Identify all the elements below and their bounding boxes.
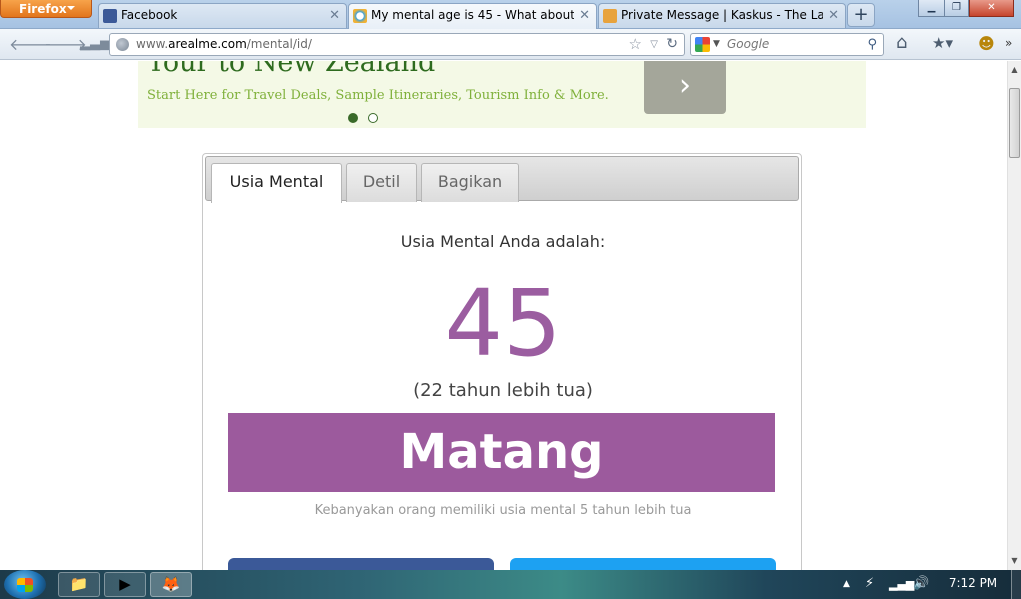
home-icon[interactable]: ⌂ (896, 32, 907, 53)
tray-power-icon[interactable]: ⚡ (865, 576, 874, 591)
url-path: /mental/id/ (246, 37, 312, 51)
ad-subtitle[interactable]: Start Here for Travel Deals, Sample Itin… (147, 88, 609, 103)
search-input[interactable]: ▼ Google ⚲ (690, 33, 884, 56)
tab-label: Private Message | Kaskus - The Larges... (621, 8, 823, 22)
url-domain: arealme.com (168, 37, 247, 51)
kaskus-favicon-icon (603, 9, 617, 23)
tab-facebook[interactable]: Facebook ✕ (98, 3, 347, 28)
firefox-taskbar-icon[interactable]: 🦊 (150, 572, 192, 597)
navigation-toolbar: 🡐 🡒 ▂▃▅ www.arealme.com/mental/id/ ☆ ▽ ↻… (0, 29, 1021, 60)
vertical-scrollbar[interactable]: ▲ ▼ (1007, 61, 1021, 570)
age-difference: (22 tahun lebih tua) (413, 380, 593, 401)
windows-logo-icon (17, 578, 33, 592)
result-tabs: Usia Mental Detil Bagikan (205, 156, 799, 203)
browser-tab-strip: Firefox Facebook ✕ My mental age is 45 -… (0, 0, 1021, 29)
chevron-down-icon[interactable]: ▽ (650, 34, 658, 55)
chevron-right-icon[interactable]: › (644, 61, 726, 114)
firefox-menu-label: Firefox (19, 2, 67, 16)
scroll-up-arrow-icon[interactable]: ▲ (1008, 61, 1021, 79)
minimize-button[interactable]: ▁ (918, 0, 945, 17)
start-button[interactable] (4, 570, 46, 599)
age-category-badge: Matang (228, 413, 775, 492)
google-logo-icon (695, 37, 710, 52)
overflow-icon[interactable]: » (1005, 36, 1012, 50)
tray-expand-icon[interactable]: ▲ (843, 579, 850, 589)
carousel-dot[interactable] (368, 113, 378, 123)
globe-icon (116, 38, 129, 51)
maximize-button[interactable]: ❐ (944, 0, 969, 17)
chevron-down-icon (67, 6, 75, 10)
facebook-share-button[interactable] (228, 558, 494, 570)
tab-usia-mental[interactable]: Usia Mental (211, 163, 342, 203)
reload-icon[interactable]: ↻ (666, 34, 678, 55)
result-heading: Usia Mental Anda adalah: (400, 232, 606, 251)
search-icon[interactable]: ⚲ (867, 34, 877, 55)
tray-network-icon[interactable]: ▂▄▆ (889, 578, 914, 591)
firefox-menu-button[interactable]: Firefox (0, 0, 92, 18)
tab-mental-age[interactable]: My mental age is 45 - What about you? ✕ (348, 3, 597, 29)
close-tab-icon[interactable]: ✕ (329, 4, 340, 27)
new-tab-button[interactable]: + (847, 3, 875, 27)
show-desktop-button[interactable] (1011, 570, 1021, 599)
close-tab-icon[interactable]: ✕ (828, 4, 839, 27)
close-tab-icon[interactable]: ✕ (579, 4, 590, 27)
explorer-folder-icon[interactable]: 📁 (58, 572, 100, 597)
twitter-share-button[interactable] (510, 558, 776, 570)
scroll-down-arrow-icon[interactable]: ▼ (1008, 552, 1021, 570)
mental-age-value: 45 (444, 270, 562, 377)
scroll-thumb[interactable] (1009, 88, 1020, 158)
address-bar[interactable]: www.arealme.com/mental/id/ ☆ ▽ ↻ (109, 33, 685, 56)
tab-bagikan[interactable]: Bagikan (421, 163, 519, 202)
windows-taskbar: 📁 ▶ 🦊 ▲ ⚡ ▂▄▆ 🔊 7:12 PM (0, 570, 1021, 599)
carousel-dot-active[interactable] (348, 113, 358, 123)
tab-kaskus[interactable]: Private Message | Kaskus - The Larges...… (598, 3, 846, 28)
url-prefix: www. (136, 37, 169, 51)
tray-volume-icon[interactable]: 🔊 (913, 576, 929, 591)
page-content: Tour to New Zealand Start Here for Trave… (0, 61, 1007, 570)
ad-banner[interactable]: Tour to New Zealand Start Here for Trave… (138, 61, 866, 128)
comparison-note: Kebanyakan orang memiliki usia mental 5 … (314, 503, 692, 518)
chevron-down-icon[interactable]: ▼ (713, 34, 720, 55)
ad-title[interactable]: Tour to New Zealand (147, 61, 435, 78)
arealme-favicon-icon (353, 9, 367, 23)
result-panel: Usia Mental Detil Bagikan Usia Mental An… (202, 153, 802, 570)
taskbar-clock[interactable]: 7:12 PM (938, 576, 1008, 590)
search-placeholder: Google (727, 37, 770, 51)
media-player-icon[interactable]: ▶ (104, 572, 146, 597)
tab-label: Facebook (121, 8, 178, 22)
facebook-favicon-icon (103, 9, 117, 23)
addon-smiley-icon[interactable]: ☻ (978, 34, 995, 53)
window-close-button[interactable]: ✕ (969, 0, 1014, 17)
tab-label: My mental age is 45 - What about you? (371, 8, 574, 22)
signal-bars-icon: ▂▃▅ (80, 36, 110, 51)
bookmark-star-icon[interactable]: ☆ (629, 34, 642, 55)
bookmarks-menu-icon[interactable]: ★▾ (932, 34, 953, 52)
tab-detil[interactable]: Detil (346, 163, 417, 202)
